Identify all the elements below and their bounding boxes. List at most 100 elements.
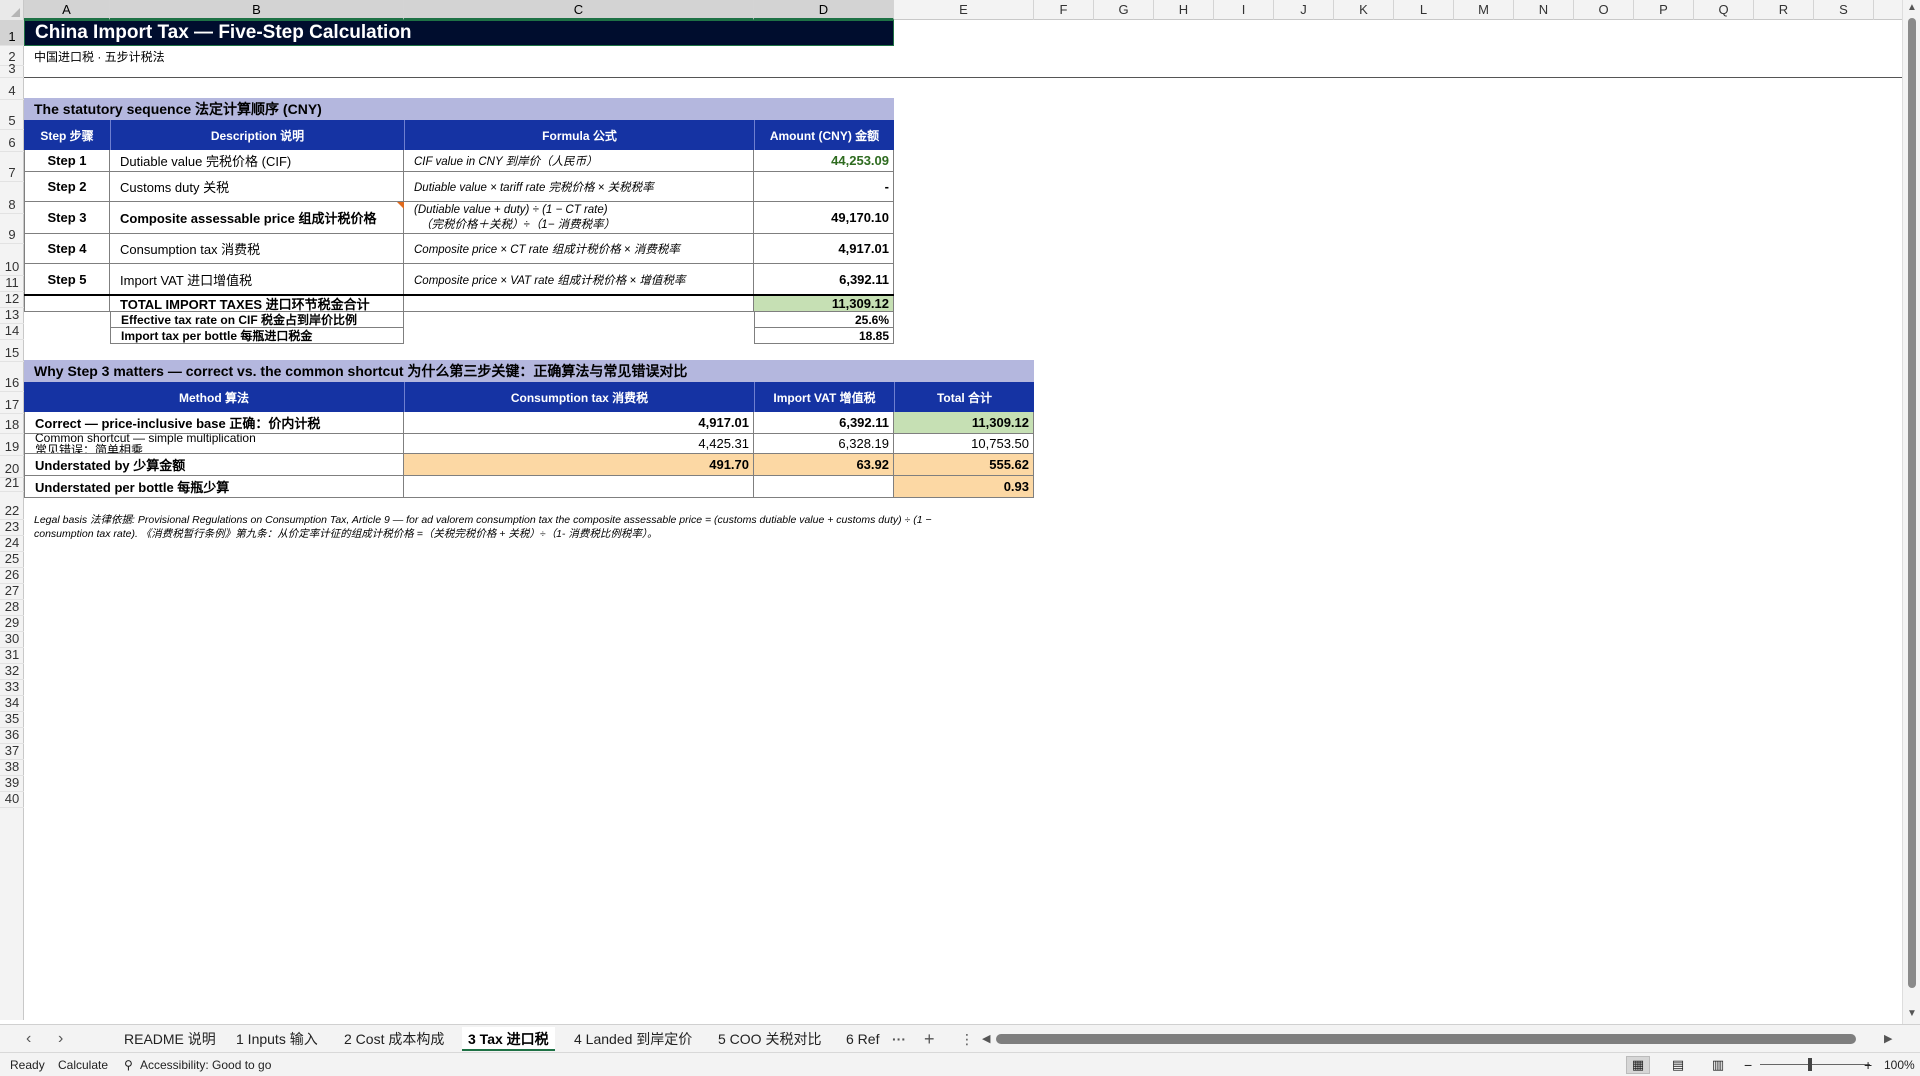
step-description[interactable]: Customs duty 关税 — [110, 172, 404, 202]
compare-import-vat[interactable]: 63.92 — [754, 454, 894, 476]
sheet-subtitle[interactable]: 中国进口税 · 五步计税法 — [24, 46, 894, 66]
column-header-c[interactable]: C — [404, 0, 754, 20]
compare-import-vat[interactable] — [754, 476, 894, 498]
step-amount[interactable]: 49,170.10 — [754, 202, 894, 234]
header-step[interactable]: Step 步骤 — [24, 120, 110, 150]
sheet-tab[interactable]: 1 Inputs 输入 — [230, 1027, 324, 1051]
sheet-tab[interactable]: 5 COO 关税对比 — [712, 1027, 827, 1051]
row-header-40[interactable]: 40 — [0, 791, 24, 808]
header-amount[interactable]: Amount (CNY) 金额 — [754, 120, 894, 150]
row-header-4[interactable]: 4 — [0, 78, 24, 100]
compare-total[interactable]: 555.62 — [894, 454, 1034, 476]
column-header-k[interactable]: K — [1334, 0, 1394, 20]
total-value[interactable]: 11,309.12 — [754, 296, 894, 312]
tab-next-icon[interactable]: › — [58, 1027, 63, 1051]
column-header-p[interactable]: P — [1634, 0, 1694, 20]
column-header-n[interactable]: N — [1514, 0, 1574, 20]
column-header-r[interactable]: R — [1754, 0, 1814, 20]
column-header-l[interactable]: L — [1394, 0, 1454, 20]
compare-total[interactable]: 0.93 — [894, 476, 1034, 498]
sheet-tab[interactable]: 3 Tax 进口税 — [462, 1027, 555, 1051]
scroll-up-icon[interactable]: ▲ — [1907, 2, 1917, 13]
column-header-i[interactable]: I — [1214, 0, 1274, 20]
step-label[interactable]: Step 5 — [24, 264, 110, 296]
row-header-27[interactable]: 27 — [0, 583, 24, 600]
row-header-25[interactable]: 25 — [0, 551, 24, 568]
row-header-17[interactable]: 17 — [0, 392, 24, 414]
row-header-39[interactable]: 39 — [0, 775, 24, 792]
column-header-a[interactable]: A — [24, 0, 110, 20]
row-header-15[interactable]: 15 — [0, 340, 24, 362]
comment-indicator-icon[interactable] — [397, 202, 404, 209]
compare-import-vat[interactable]: 6,392.11 — [754, 412, 894, 434]
section1-title[interactable]: The statutory sequence 法定计算顺序 (CNY) — [24, 98, 894, 120]
column-header-f[interactable]: F — [1034, 0, 1094, 20]
step-label[interactable]: Step 1 — [24, 150, 110, 172]
zoom-slider-thumb[interactable] — [1808, 1058, 1812, 1071]
row-header-11[interactable]: 11 — [0, 275, 24, 292]
header-formula[interactable]: Formula 公式 — [404, 120, 754, 150]
row-header-23[interactable]: 23 — [0, 519, 24, 536]
column-header-j[interactable]: J — [1274, 0, 1334, 20]
row-header-21[interactable]: 21 — [0, 475, 24, 492]
row-header-29[interactable]: 29 — [0, 615, 24, 632]
column-header-s[interactable]: S — [1814, 0, 1874, 20]
compare-consumption-tax[interactable]: 4,917.01 — [404, 412, 754, 434]
hscroll-right-icon[interactable]: ▶ — [1884, 1027, 1892, 1051]
column-header-b[interactable]: B — [110, 0, 404, 20]
row-header-34[interactable]: 34 — [0, 695, 24, 712]
step-description[interactable]: Composite assessable price 组成计税价格 — [110, 202, 404, 234]
effective-rate-value[interactable]: 25.6% — [754, 312, 894, 328]
step-label[interactable]: Step 2 — [24, 172, 110, 202]
row-header-35[interactable]: 35 — [0, 711, 24, 728]
step-label[interactable]: Step 4 — [24, 234, 110, 264]
worksheet-grid[interactable]: China Import Tax — Five-Step Calculation… — [24, 20, 1902, 1020]
sheet-title[interactable]: China Import Tax — Five-Step Calculation — [24, 20, 894, 46]
section2-title[interactable]: Why Step 3 matters — correct vs. the com… — [24, 360, 1034, 382]
row-header-10[interactable]: 10 — [0, 244, 24, 276]
step-amount[interactable]: 6,392.11 — [754, 264, 894, 296]
column-header-d[interactable]: D — [754, 0, 894, 20]
compare-method[interactable]: Common shortcut — simple multiplication 常… — [24, 434, 404, 454]
row-header-28[interactable]: 28 — [0, 599, 24, 616]
hscroll-left-icon[interactable]: ◀ — [982, 1027, 990, 1051]
zoom-level[interactable]: 100% — [1884, 1053, 1915, 1076]
compare-method[interactable]: Correct — price-inclusive base 正确：价内计税 — [24, 412, 404, 434]
header-method[interactable]: Method 算法 — [24, 382, 404, 412]
tab-options-icon[interactable]: ⋮ — [960, 1027, 974, 1051]
total-label[interactable]: TOTAL IMPORT TAXES 进口环节税金合计 — [110, 296, 404, 312]
row-header-13[interactable]: 13 — [0, 307, 24, 324]
row-header-7[interactable]: 7 — [0, 152, 24, 182]
compare-consumption-tax[interactable]: 4,425.31 — [404, 434, 754, 454]
zoom-in-icon[interactable]: + — [1864, 1053, 1872, 1076]
column-header-h[interactable]: H — [1154, 0, 1214, 20]
row-header-12[interactable]: 12 — [0, 291, 24, 308]
row-header-31[interactable]: 31 — [0, 647, 24, 664]
step-formula[interactable]: Dutiable value × tariff rate 完税价格 × 关税税率 — [404, 172, 754, 202]
row-header-9[interactable]: 9 — [0, 214, 24, 244]
row-header-6[interactable]: 6 — [0, 130, 24, 152]
compare-total[interactable]: 10,753.50 — [894, 434, 1034, 454]
compare-method[interactable]: Understated per bottle 每瓶少算 — [24, 476, 404, 498]
column-header-o[interactable]: O — [1574, 0, 1634, 20]
scroll-down-icon[interactable]: ▼ — [1907, 1008, 1917, 1019]
compare-total[interactable]: 11,309.12 — [894, 412, 1034, 434]
step-amount[interactable]: - — [754, 172, 894, 202]
vertical-scroll-thumb[interactable] — [1908, 18, 1916, 988]
row-header-38[interactable]: 38 — [0, 759, 24, 776]
row-header-1[interactable]: 1 — [0, 20, 24, 46]
step-description[interactable]: Dutiable value 完税价格 (CIF) — [110, 150, 404, 172]
page-break-view-icon[interactable]: ▥ — [1706, 1056, 1730, 1074]
row-header-19[interactable]: 19 — [0, 434, 24, 456]
row-header-16[interactable]: 16 — [0, 362, 24, 392]
column-header-q[interactable]: Q — [1694, 0, 1754, 20]
header-import-vat[interactable]: Import VAT 增值税 — [754, 382, 894, 412]
step-formula[interactable]: Composite price × VAT rate 组成计税价格 × 增值税率 — [404, 264, 754, 296]
select-all-corner[interactable] — [0, 0, 24, 20]
page-layout-view-icon[interactable]: ▤ — [1666, 1056, 1690, 1074]
sheet-tab[interactable]: 6 Ref — [840, 1027, 885, 1051]
compare-consumption-tax[interactable] — [404, 476, 754, 498]
normal-view-icon[interactable]: ▦ — [1626, 1056, 1650, 1074]
step-amount[interactable]: 44,253.09 — [754, 150, 894, 172]
step-description[interactable]: Import VAT 进口增值税 — [110, 264, 404, 296]
